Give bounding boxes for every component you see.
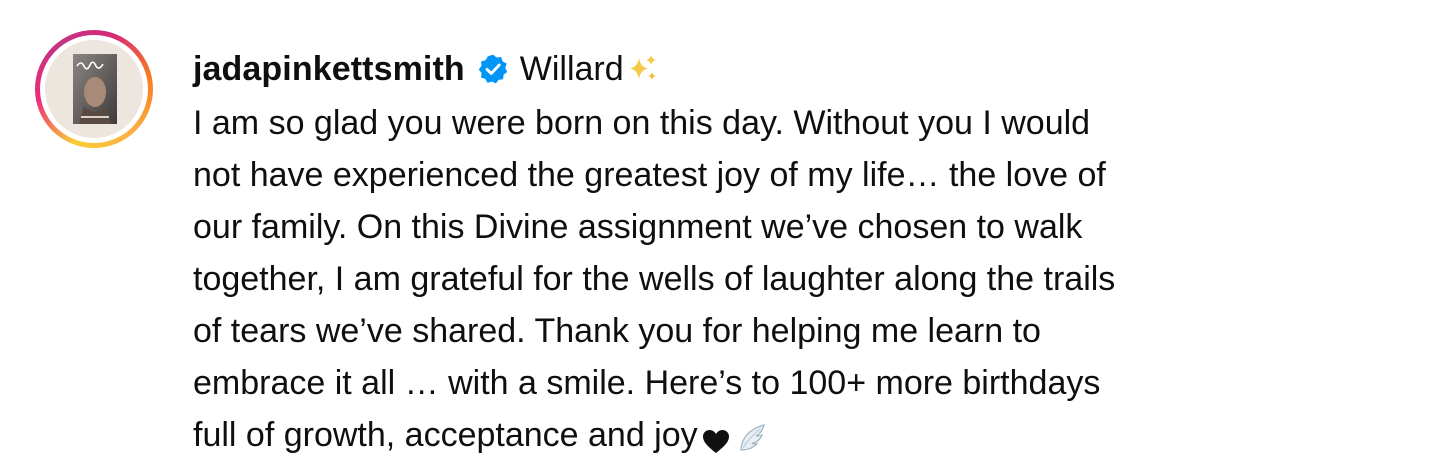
caption-line: full of growth, acceptance and joy bbox=[193, 416, 698, 454]
sparkles-icon bbox=[626, 52, 660, 86]
avatar[interactable] bbox=[45, 40, 143, 138]
avatar-book-cover-image bbox=[45, 40, 143, 138]
caption-line: I am so glad you were born on this day. … bbox=[193, 104, 1091, 142]
caption-line: not have experienced the greatest joy of… bbox=[193, 156, 1106, 194]
caption-line: of tears we’ve shared. Thank you for hel… bbox=[193, 312, 1041, 350]
caption-text: I am so glad you were born on this day. … bbox=[193, 97, 1413, 461]
username-link[interactable]: jadapinkettsmith bbox=[193, 50, 465, 89]
caption-header: jadapinkettsmith Willard bbox=[193, 44, 660, 94]
caption-last-line: full of growth, acceptance and joy bbox=[193, 409, 1413, 461]
caption-first-word: Willard bbox=[519, 49, 624, 88]
caption-line: together, I am grateful for the wells of… bbox=[193, 260, 1116, 298]
avatar-border bbox=[40, 35, 148, 143]
caption-line: our family. On this Divine assignment we… bbox=[193, 208, 1083, 246]
verified-badge-icon bbox=[477, 53, 509, 85]
instagram-caption: jadapinkettsmith Willard I am so glad yo… bbox=[0, 0, 1440, 475]
wing-icon bbox=[735, 418, 769, 452]
profile-avatar-story-ring[interactable] bbox=[35, 30, 153, 148]
black-heart-icon bbox=[701, 420, 731, 453]
caption-line: embrace it all … with a smile. Here’s to… bbox=[193, 364, 1101, 402]
